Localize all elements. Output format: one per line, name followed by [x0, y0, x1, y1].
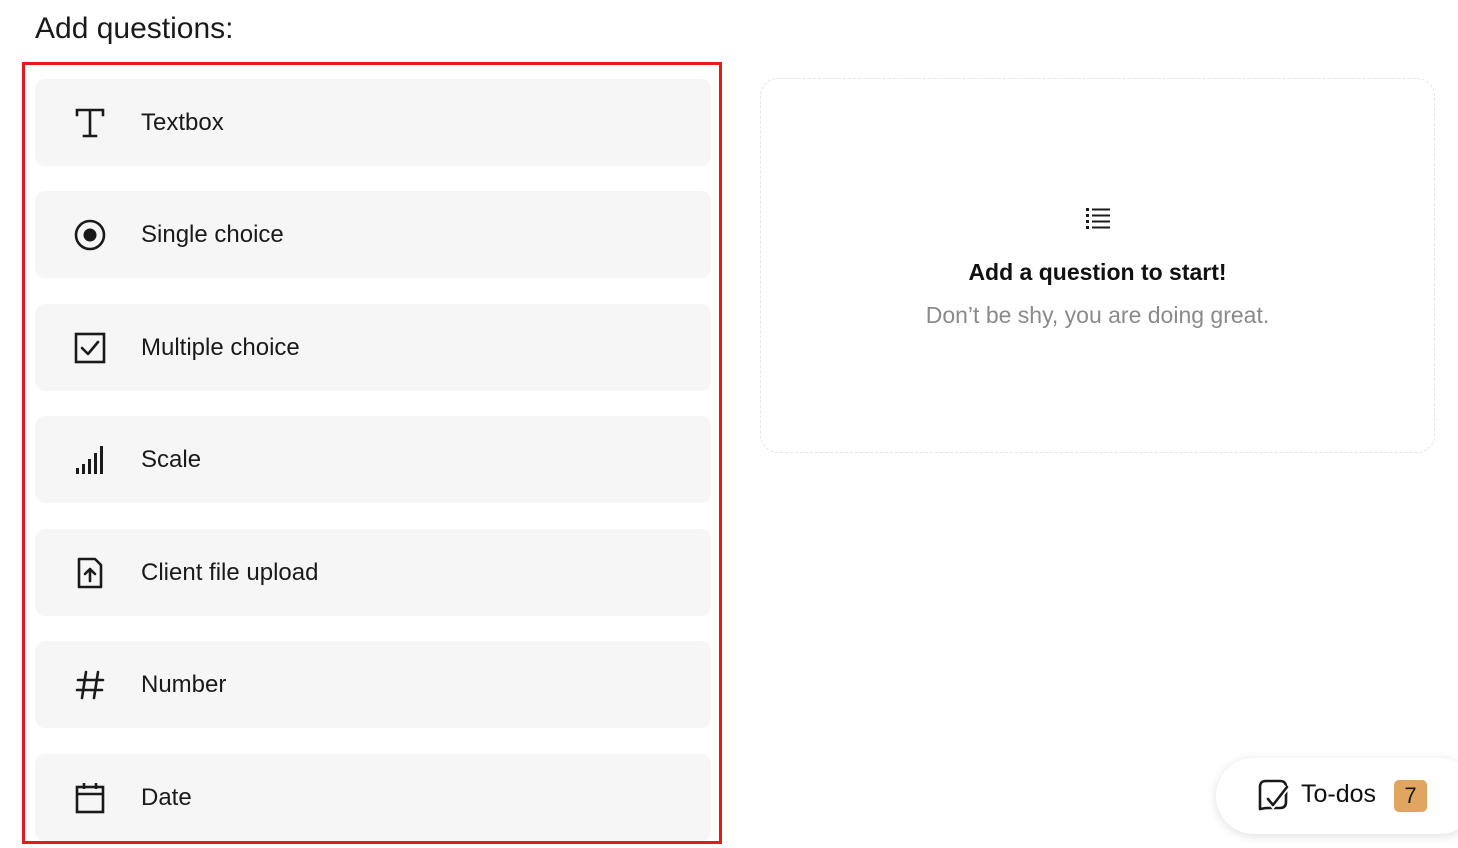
question-type-scale[interactable]: Scale — [35, 416, 711, 503]
file-upload-icon — [73, 556, 107, 590]
checkbox-icon — [73, 331, 107, 365]
empty-state-title: Add a question to start! — [968, 259, 1227, 285]
calendar-icon — [73, 781, 107, 815]
question-type-label: Multiple choice — [141, 333, 300, 361]
question-type-label: Single choice — [141, 220, 284, 248]
todos-count-badge: 7 — [1394, 780, 1427, 812]
question-type-label: Client file upload — [141, 558, 319, 586]
todo-check-icon — [1256, 778, 1290, 812]
hash-icon — [73, 668, 107, 702]
question-type-multiple-choice[interactable]: Multiple choice — [35, 304, 711, 391]
question-type-number[interactable]: Number — [35, 641, 711, 728]
question-type-date[interactable]: Date — [35, 754, 711, 841]
question-type-label: Date — [141, 783, 192, 811]
question-type-label: Scale — [141, 445, 202, 473]
question-type-list: Textbox Single choice Multiple choice Sc… — [22, 62, 722, 844]
todos-button[interactable]: To-dos 7 — [1216, 758, 1458, 834]
question-type-single-choice[interactable]: Single choice — [35, 191, 711, 278]
todos-label: To-dos — [1301, 780, 1377, 808]
question-type-label: Textbox — [141, 108, 224, 136]
question-type-client-file-upload[interactable]: Client file upload — [35, 529, 711, 616]
scale-icon — [73, 443, 107, 477]
list-icon — [1083, 203, 1113, 233]
radio-icon — [73, 218, 107, 252]
section-title: Add questions: — [35, 12, 234, 45]
question-type-textbox[interactable]: Textbox — [35, 79, 711, 166]
question-type-label: Number — [141, 670, 227, 698]
text-icon — [73, 106, 107, 140]
empty-state-card: Add a question to start! Don’t be shy, y… — [760, 78, 1435, 453]
empty-state-subtitle: Don’t be shy, you are doing great. — [925, 302, 1270, 328]
